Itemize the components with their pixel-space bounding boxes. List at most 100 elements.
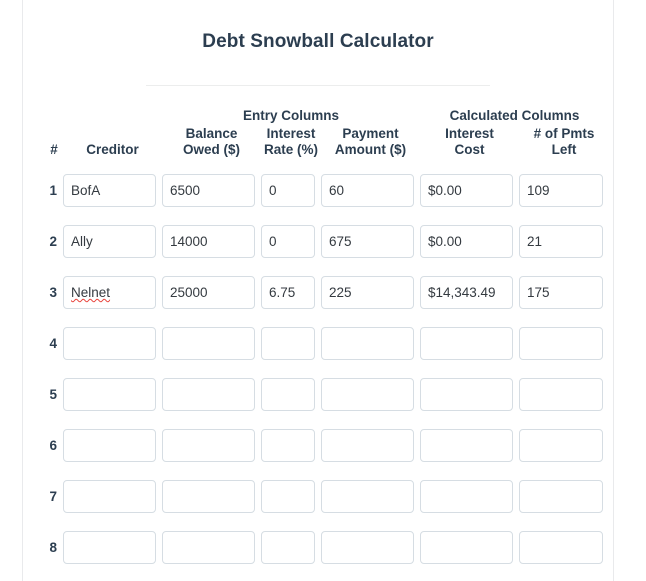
payment-amount-input[interactable]: 225 — [321, 276, 414, 309]
group-header-row: Entry Columns Calculated Columns — [45, 108, 609, 126]
interest-cost-output[interactable] — [420, 378, 513, 411]
row-number: 7 — [49, 489, 57, 504]
pmts-left-output[interactable]: 109 — [519, 174, 603, 207]
cell-interest-cost-output — [420, 471, 519, 522]
cell-creditor-input — [63, 471, 162, 522]
cell-payment-amount-input: 675 — [321, 216, 420, 267]
interest-rate-input[interactable] — [261, 327, 315, 360]
row-number: 5 — [49, 387, 57, 402]
cell-interest-rate-input — [261, 522, 321, 573]
calculator-card: Debt Snowball Calculator Entry Columns C… — [22, 0, 614, 581]
table-row: 5 — [45, 369, 609, 420]
column-header-payment-amount-line1: Payment — [342, 126, 399, 141]
table-row: 6 — [45, 420, 609, 471]
group-header-calculated-columns: Calculated Columns — [449, 108, 580, 123]
spellcheck-underlined-text: Nelnet — [71, 285, 111, 300]
row-number: 8 — [49, 540, 57, 555]
payment-amount-input[interactable] — [321, 429, 414, 462]
row-number: 4 — [49, 336, 57, 351]
creditor-input[interactable]: Ally — [63, 225, 156, 258]
balance-owed-input[interactable] — [162, 531, 255, 564]
column-header-balance-owed-line1: Balance — [185, 126, 238, 141]
cell-pmts-left-output: 109 — [519, 165, 609, 216]
cell-payment-amount-input — [321, 318, 420, 369]
pmts-left-output[interactable] — [519, 327, 603, 360]
column-header-creditor: Creditor — [86, 142, 139, 157]
balance-owed-input[interactable]: 25000 — [162, 276, 255, 309]
interest-rate-input[interactable] — [261, 429, 315, 462]
app-root: Debt Snowball Calculator Entry Columns C… — [0, 0, 646, 581]
row-number: 2 — [49, 234, 57, 249]
payment-amount-input[interactable]: 675 — [321, 225, 414, 258]
column-header-row-number: # — [50, 142, 58, 157]
interest-cost-output[interactable] — [420, 480, 513, 513]
cell-balance-owed-input — [162, 318, 261, 369]
creditor-input[interactable] — [63, 480, 156, 513]
interest-rate-input[interactable] — [261, 378, 315, 411]
balance-owed-input[interactable] — [162, 378, 255, 411]
payment-amount-input[interactable] — [321, 531, 414, 564]
cell-interest-cost-output — [420, 369, 519, 420]
column-header-pmts-left-line1: # of Pmts — [533, 126, 595, 141]
cell-balance-owed-input: 25000 — [162, 267, 261, 318]
column-header-pmts-left: # of Pmts Left — [519, 126, 609, 165]
group-header-entry-columns: Entry Columns — [242, 108, 339, 123]
pmts-left-output[interactable]: 175 — [519, 276, 603, 309]
interest-cost-output[interactable]: $14,343.49 — [420, 276, 513, 309]
row-number: 3 — [49, 285, 57, 300]
interest-rate-input[interactable]: 0 — [261, 225, 315, 258]
table-row: 3 Nelnet 25000 6.75 225 $14,343.49 175 — [45, 267, 609, 318]
interest-cost-output[interactable] — [420, 531, 513, 564]
table-row: 7 — [45, 471, 609, 522]
balance-owed-input[interactable] — [162, 480, 255, 513]
balance-owed-input[interactable] — [162, 327, 255, 360]
interest-rate-input[interactable] — [261, 531, 315, 564]
cell-balance-owed-input: 14000 — [162, 216, 261, 267]
creditor-input[interactable]: Nelnet — [63, 276, 156, 309]
payment-amount-input[interactable] — [321, 327, 414, 360]
interest-rate-input[interactable]: 0 — [261, 174, 315, 207]
balance-owed-input[interactable] — [162, 429, 255, 462]
pmts-left-output[interactable] — [519, 480, 603, 513]
interest-rate-input[interactable] — [261, 480, 315, 513]
cell-creditor-input — [63, 420, 162, 471]
debt-table-wrapper: Entry Columns Calculated Columns # Credi… — [23, 108, 613, 573]
cell-interest-rate-input — [261, 369, 321, 420]
column-header-interest-cost: Interest Cost — [420, 126, 519, 165]
balance-owed-input[interactable]: 14000 — [162, 225, 255, 258]
payment-amount-input[interactable] — [321, 378, 414, 411]
creditor-input[interactable] — [63, 327, 156, 360]
column-header-payment-amount: Payment Amount ($) — [321, 126, 420, 165]
table-row: 4 — [45, 318, 609, 369]
cell-interest-rate-input — [261, 420, 321, 471]
creditor-input[interactable]: BofA — [63, 174, 156, 207]
interest-cost-output[interactable] — [420, 327, 513, 360]
balance-owed-input[interactable]: 6500 — [162, 174, 255, 207]
interest-cost-output[interactable] — [420, 429, 513, 462]
pmts-left-output[interactable]: 21 — [519, 225, 603, 258]
cell-pmts-left-output: 175 — [519, 267, 609, 318]
interest-cost-output[interactable]: $0.00 — [420, 174, 513, 207]
creditor-input[interactable] — [63, 531, 156, 564]
cell-interest-cost-output: $0.00 — [420, 216, 519, 267]
interest-rate-input[interactable]: 6.75 — [261, 276, 315, 309]
cell-balance-owed-input: 6500 — [162, 165, 261, 216]
pmts-left-output[interactable] — [519, 429, 603, 462]
table-row: 1 BofA 6500 0 60 $0.00 109 — [45, 165, 609, 216]
cell-pmts-left-output: 21 — [519, 216, 609, 267]
column-header-interest-rate-line2: Rate (%) — [263, 142, 318, 157]
row-number: 6 — [49, 438, 57, 453]
cell-interest-cost-output: $0.00 — [420, 165, 519, 216]
pmts-left-output[interactable] — [519, 378, 603, 411]
pmts-left-output[interactable] — [519, 531, 603, 564]
payment-amount-input[interactable]: 60 — [321, 174, 414, 207]
payment-amount-input[interactable] — [321, 480, 414, 513]
interest-cost-output[interactable]: $0.00 — [420, 225, 513, 258]
creditor-input[interactable] — [63, 429, 156, 462]
cell-pmts-left-output — [519, 420, 609, 471]
cell-interest-cost-output — [420, 522, 519, 573]
cell-creditor-input — [63, 318, 162, 369]
cell-pmts-left-output — [519, 522, 609, 573]
page-title: Debt Snowball Calculator — [202, 31, 434, 52]
creditor-input[interactable] — [63, 378, 156, 411]
